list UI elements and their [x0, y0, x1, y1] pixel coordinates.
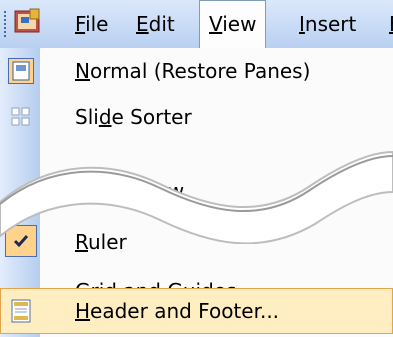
view-dropdown-menu: Normal (Restore Panes) Slide Sorter Slid… [0, 48, 393, 337]
torn-edge-overlay [0, 150, 393, 244]
powerpoint-app-icon[interactable] [13, 6, 43, 36]
menu-view[interactable]: View [199, 0, 267, 48]
menu-item-header-and-footer-label: Header and Footer... [75, 299, 280, 323]
menu-edit[interactable]: Edit [127, 0, 184, 48]
normal-view-icon [8, 58, 34, 84]
menu-insert[interactable]: Insert [290, 0, 365, 48]
menu-file-label: ile [85, 12, 109, 36]
menu-bar: File Edit View Insert F [0, 0, 393, 49]
menu-file[interactable]: File [66, 0, 117, 48]
menu-item-normal[interactable]: Normal (Restore Panes) [0, 48, 393, 94]
menu-format-partial[interactable]: F [380, 0, 393, 48]
menu-item-header-and-footer[interactable]: Header and Footer... [0, 288, 393, 334]
menu-item-normal-label: Normal (Restore Panes) [75, 59, 311, 83]
toolbar-grip[interactable] [3, 10, 7, 38]
header-footer-icon [11, 299, 31, 323]
